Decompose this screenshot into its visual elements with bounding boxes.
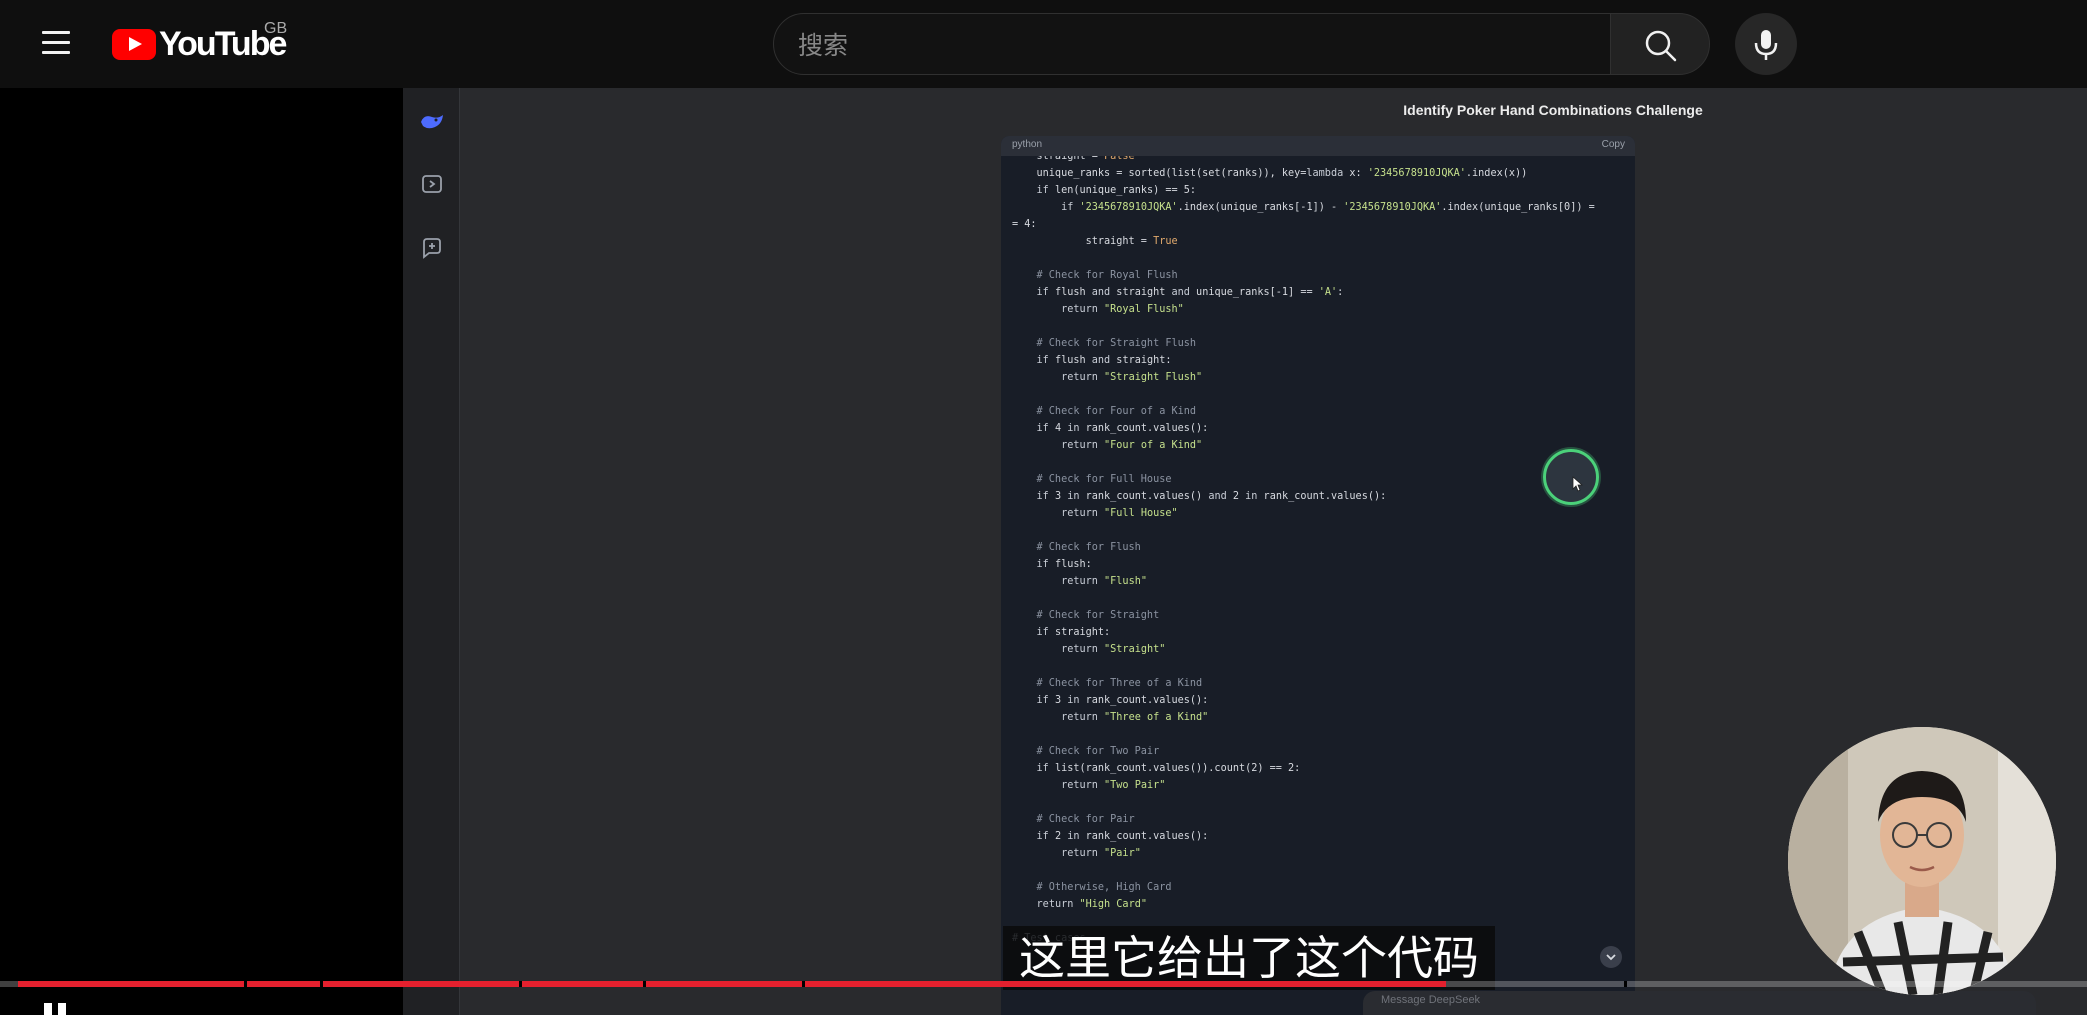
- code-line: if 4 in rank_count.values():: [1036, 423, 1209, 434]
- code-line: # Check for Four of a Kind: [1012, 406, 1197, 417]
- new-chat-icon[interactable]: [418, 234, 446, 262]
- code-line: straight = True: [1012, 236, 1178, 247]
- voice-search-button[interactable]: [1735, 13, 1797, 75]
- code-line: return "Pair": [1061, 848, 1141, 859]
- country-code: GB: [264, 20, 288, 37]
- chapter-marker: [244, 981, 247, 987]
- code-line: if 2 in rank_count.values():: [1036, 831, 1209, 842]
- code-line: return "Royal Flush": [1061, 304, 1184, 315]
- code-line: if straight:: [1036, 627, 1111, 638]
- code-line: return "Two Pair": [1061, 780, 1166, 791]
- code-line: if '2345678910JQKA'.index(unique_ranks[-…: [1061, 202, 1595, 213]
- mouse-pointer-icon: [1572, 476, 1584, 492]
- chat-title: Identify Poker Hand Combinations Challen…: [1403, 102, 1703, 118]
- code-line: # Check for Two Pair: [1012, 746, 1160, 757]
- code-line: return "Straight": [1061, 644, 1166, 655]
- code-line: unique_ranks = sorted(list(set(ranks)), …: [1012, 168, 1528, 179]
- chevron-down-icon: [1606, 954, 1616, 961]
- chapter-marker: [802, 981, 805, 987]
- pause-button[interactable]: [44, 1003, 68, 1015]
- code-line: return "Four of a Kind": [1061, 440, 1203, 451]
- pause-icon-bar: [58, 1003, 66, 1015]
- pause-icon: [44, 1003, 52, 1015]
- search-button[interactable]: [1610, 13, 1710, 75]
- sidebar-toggle-icon[interactable]: [418, 170, 446, 198]
- code-line: if 3 in rank_count.values():: [1036, 695, 1209, 706]
- progress-bar[interactable]: [0, 981, 2087, 987]
- code-block: straight = False unique_ranks = sorted(l…: [1001, 136, 1635, 1015]
- code-line: return "Straight Flush": [1061, 372, 1203, 383]
- code-line: # Check for Straight: [1012, 610, 1160, 621]
- code-line: if flush and straight:: [1036, 355, 1172, 366]
- code-line: return "Flush": [1061, 576, 1147, 587]
- code-line: = 4:: [1012, 219, 1037, 230]
- code-line: # Otherwise, High Card: [1012, 882, 1172, 893]
- video-player[interactable]: Identify Poker Hand Combinations Challen…: [0, 88, 2087, 1015]
- code-line: return "Three of a Kind": [1061, 712, 1209, 723]
- code-line: # Check for Flush: [1012, 542, 1141, 553]
- code-line: # Check for Royal Flush: [1012, 270, 1178, 281]
- youtube-logo-icon: [112, 28, 156, 60]
- chapter-marker: [320, 981, 323, 987]
- search-icon: [1645, 30, 1677, 62]
- code-body: straight = False unique_ranks = sorted(l…: [1012, 148, 1624, 947]
- progress-played: [18, 981, 1446, 987]
- code-line: if 3 in rank_count.values() and 2 in ran…: [1036, 491, 1387, 502]
- code-header: python Copy: [1001, 136, 1635, 156]
- player-controls: [0, 995, 2087, 1015]
- youtube-logo[interactable]: YouTube: [112, 25, 287, 63]
- code-line: # Check for Pair: [1012, 814, 1135, 825]
- webcam-overlay: [1788, 727, 2056, 995]
- masthead: YouTube GB: [0, 0, 2087, 88]
- code-line: # Check for Full House: [1012, 474, 1172, 485]
- copy-button[interactable]: Copy: [1602, 139, 1625, 150]
- code-line: if list(rank_count.values()).count(2) ==…: [1036, 763, 1301, 774]
- code-line: return "High Card": [1036, 899, 1147, 910]
- deepseek-logo-icon[interactable]: [418, 108, 446, 136]
- menu-icon[interactable]: [36, 22, 76, 62]
- code-line: # Check for Three of a Kind: [1012, 678, 1203, 689]
- code-line: if len(unique_ranks) == 5:: [1036, 185, 1197, 196]
- code-line: if flush:: [1036, 559, 1092, 570]
- cursor-highlight: [1543, 449, 1599, 505]
- chapter-marker: [643, 981, 646, 987]
- search-box: [773, 13, 1611, 75]
- code-line: if flush and straight and unique_ranks[-…: [1036, 287, 1344, 298]
- search-input[interactable]: [798, 28, 1578, 62]
- chapter-marker: [1624, 981, 1627, 987]
- code-line: # Check for Straight Flush: [1012, 338, 1197, 349]
- scroll-down-button[interactable]: [1600, 946, 1622, 968]
- code-language: python: [1012, 139, 1043, 150]
- presenter-portrait: [1788, 727, 2056, 995]
- code-line: return "Full House": [1061, 508, 1178, 519]
- app-sidebar: [403, 88, 460, 1015]
- microphone-icon: [1754, 30, 1778, 60]
- chapter-marker: [519, 981, 522, 987]
